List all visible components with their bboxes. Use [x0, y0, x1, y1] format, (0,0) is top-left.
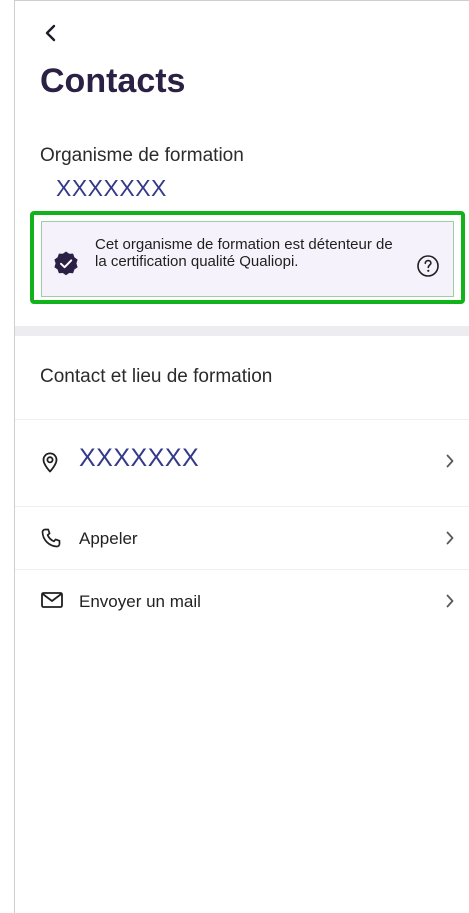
location-row[interactable]: XXXXXXX — [15, 420, 469, 506]
certification-text: Cet organisme de formation est détenteur… — [95, 236, 393, 270]
page-title: Contacts — [40, 62, 186, 100]
call-label: Appeler — [79, 529, 138, 548]
mail-row[interactable]: Envoyer un mail — [15, 570, 469, 632]
organisme-label: Organisme de formation — [40, 145, 244, 166]
mail-label: Envoyer un mail — [79, 592, 201, 611]
chevron-left-icon — [45, 24, 56, 42]
back-button[interactable] — [40, 22, 62, 44]
contact-section-title: Contact et lieu de formation — [40, 366, 273, 387]
chevron-right-icon — [446, 594, 454, 608]
question-circle-icon[interactable] — [416, 254, 440, 278]
phone-icon — [41, 528, 61, 548]
location-label: XXXXXXX — [79, 444, 200, 472]
section-divider — [15, 326, 469, 336]
chevron-right-icon — [446, 454, 454, 468]
badge-check-icon — [54, 251, 78, 276]
call-row[interactable]: Appeler — [15, 507, 469, 569]
chevron-right-icon — [446, 531, 454, 545]
map-pin-icon — [42, 452, 58, 473]
mail-icon — [41, 592, 63, 608]
organisme-name: XXXXXXX — [56, 175, 167, 201]
